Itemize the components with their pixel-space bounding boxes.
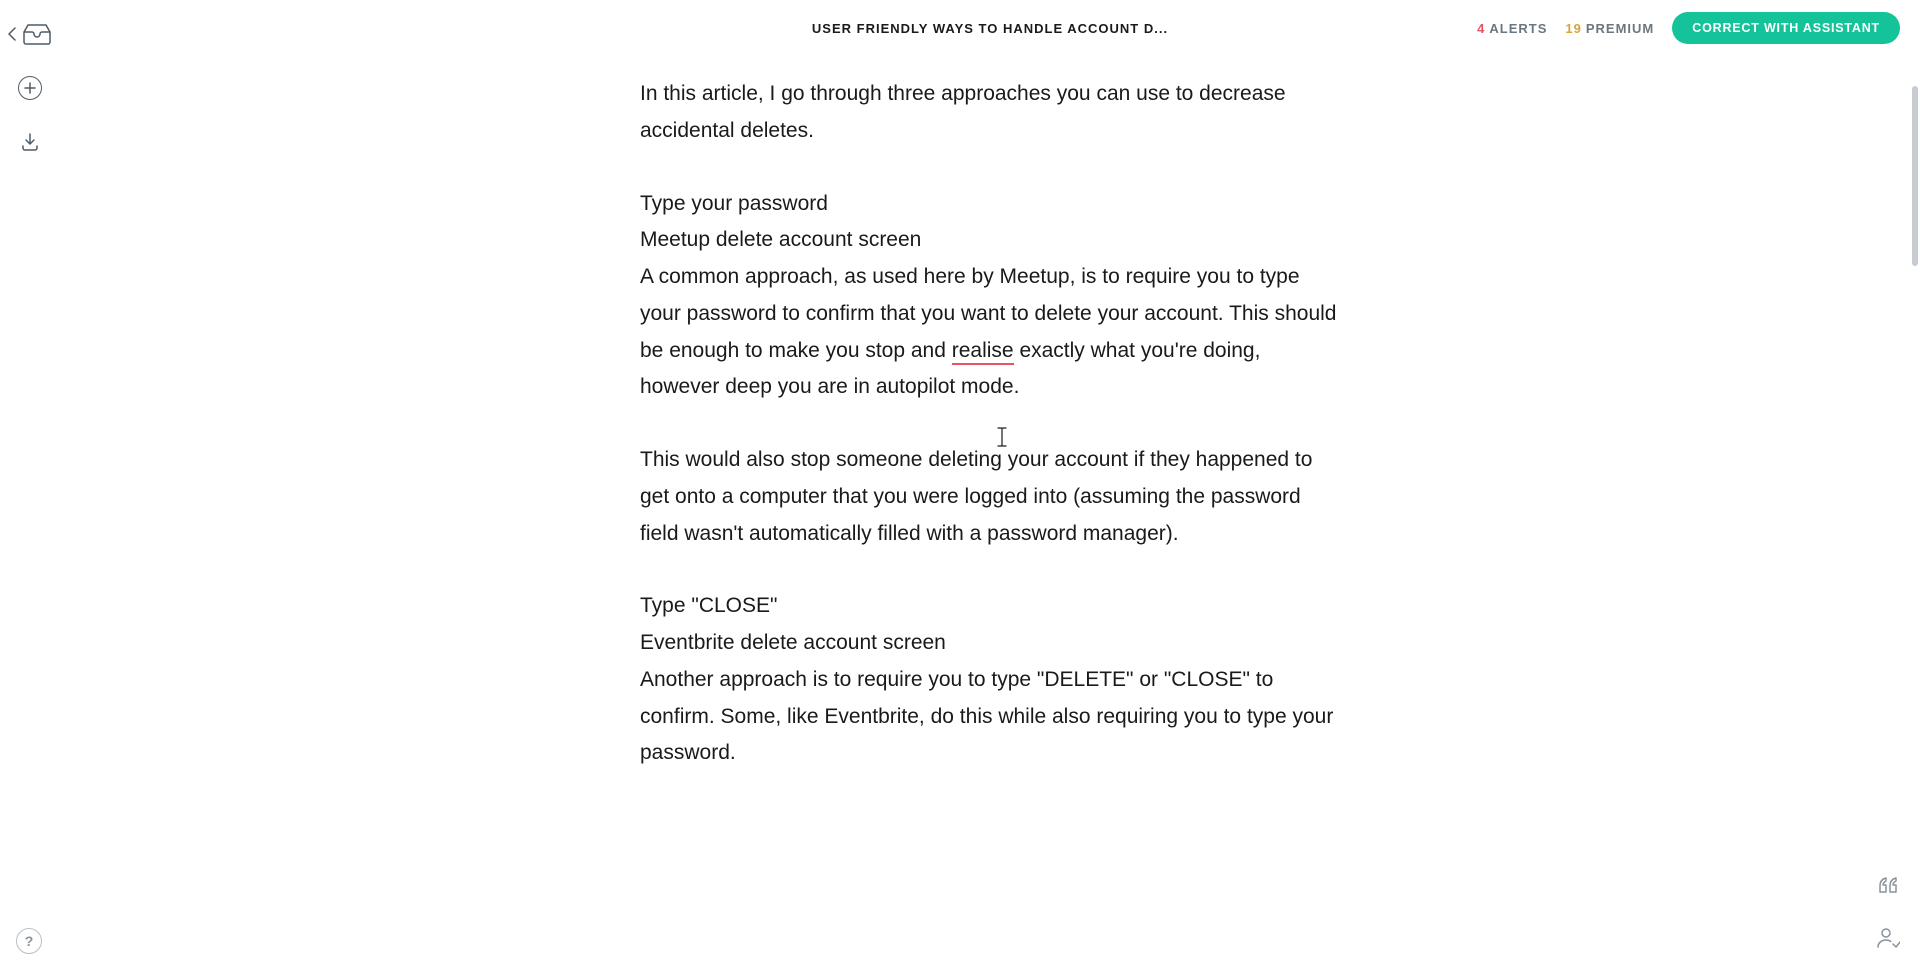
help-button[interactable]: ? [16,928,42,954]
add-user-icon[interactable] [1876,927,1900,954]
alerts-count: 4 [1477,21,1485,36]
inbox-icon[interactable] [21,18,53,50]
premium-label: PREMIUM [1586,21,1654,36]
paragraph: Meetup delete account screen [640,222,1340,259]
scrollbar-thumb[interactable] [1912,86,1918,266]
header: USER FRIENDLY WAYS TO HANDLE ACCOUNT D..… [60,0,1920,56]
paragraph: Another approach is to require you to ty… [640,662,1340,772]
main-area: USER FRIENDLY WAYS TO HANDLE ACCOUNT D..… [60,0,1920,972]
assistant-button-label: CORRECT WITH ASSISTANT [1692,21,1880,35]
document-editor[interactable]: In this article, I go through three appr… [610,56,1370,848]
correct-with-assistant-button[interactable]: CORRECT WITH ASSISTANT [1672,12,1900,44]
paragraph: Eventbrite delete account screen [640,625,1340,662]
paragraph: Type your password [640,186,1340,223]
download-button[interactable] [14,126,46,158]
spelling-error[interactable]: realise [952,339,1014,365]
back-icon[interactable] [4,22,20,46]
premium-count: 19 [1565,21,1581,36]
new-document-button[interactable] [14,72,46,104]
header-right: 4 ALERTS 19 PREMIUM CORRECT WITH ASSISTANT [1477,12,1900,44]
right-rail [1876,874,1900,954]
plus-icon [18,76,42,100]
document-title: USER FRIENDLY WAYS TO HANDLE ACCOUNT D..… [812,21,1168,36]
help-label: ? [25,933,34,949]
paragraph: This would also stop someone deleting yo… [640,442,1340,552]
scrollbar[interactable] [1910,56,1920,972]
paragraph: In this article, I go through three appr… [640,76,1340,150]
paragraph: Type "CLOSE" [640,588,1340,625]
editor-viewport: In this article, I go through three appr… [60,56,1920,972]
alerts-label: ALERTS [1489,21,1547,36]
paragraph: A common approach, as used here by Meetu… [640,259,1340,406]
quote-icon[interactable] [1876,874,1900,899]
left-sidebar: ? [0,0,60,972]
premium-indicator[interactable]: 19 PREMIUM [1565,21,1654,36]
alerts-indicator[interactable]: 4 ALERTS [1477,21,1547,36]
